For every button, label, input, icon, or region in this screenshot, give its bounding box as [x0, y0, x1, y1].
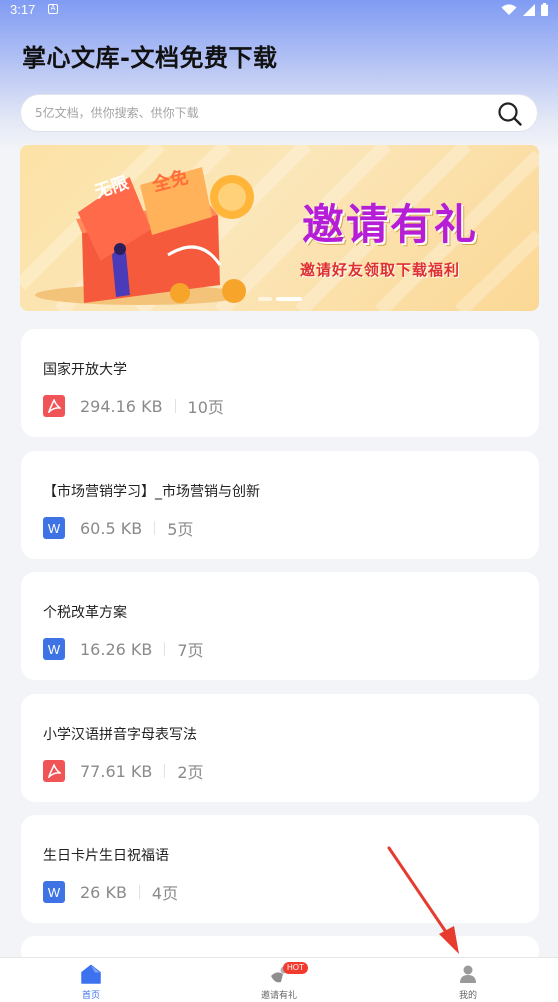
- wifi-icon: [501, 3, 517, 15]
- document-card[interactable]: 生日卡片生日祝福语 W 26 KB 4页: [21, 815, 539, 923]
- pdf-icon: [43, 760, 65, 782]
- document-meta: W 60.5 KB 5页: [43, 517, 193, 539]
- meta-divider: [154, 521, 156, 535]
- document-pages: 2页: [177, 763, 204, 782]
- notification-icon: A: [48, 4, 58, 14]
- tab-invite[interactable]: HOT 邀请有礼: [239, 958, 319, 1002]
- tab-home[interactable]: 首页: [51, 958, 131, 1002]
- document-title: 小学汉语拼音字母表写法: [43, 727, 197, 743]
- hot-badge: HOT: [283, 962, 308, 974]
- user-icon: [460, 965, 476, 983]
- document-title: 国家开放大学: [43, 362, 127, 378]
- search-icon[interactable]: [497, 101, 523, 127]
- banner-headline: 邀请有礼: [302, 200, 479, 249]
- banner-dot-active: [276, 297, 302, 301]
- document-card[interactable]: 国家开放大学 294.16 KB 10页: [21, 329, 539, 437]
- word-icon: W: [43, 638, 65, 660]
- document-size: 77.61 KB: [80, 761, 153, 781]
- document-pages: 4页: [151, 884, 179, 903]
- tab-invite-label: 邀请有礼: [260, 991, 297, 1001]
- document-size: 60.5 KB: [80, 518, 143, 538]
- document-card[interactable]: 个税改革方案 W 16.26 KB 7页: [21, 572, 539, 680]
- pdf-icon: [43, 395, 65, 417]
- status-icons: [501, 3, 548, 16]
- bottom-tab-bar: 首页 HOT 邀请有礼 我的: [0, 957, 558, 1002]
- search-bar[interactable]: [20, 94, 538, 132]
- document-size: 16.26 KB: [80, 639, 153, 659]
- search-input[interactable]: [35, 95, 475, 131]
- document-pages: 10页: [187, 398, 224, 417]
- document-title: 【市场营销学习】_市场营销与创新: [43, 484, 260, 500]
- document-card[interactable]: 【市场营销学习】_市场营销与创新 W 60.5 KB 5页: [21, 451, 539, 559]
- meta-divider: [138, 885, 140, 899]
- invite-banner[interactable]: 无限 全免 邀请有礼 邀请好友领取下载福利: [20, 145, 539, 311]
- document-pages: 5页: [167, 520, 194, 539]
- document-title: 生日卡片生日祝福语: [43, 848, 169, 864]
- status-bar: 3:17 A: [0, 0, 558, 20]
- banner-pagination: [258, 297, 302, 301]
- document-meta: W 26 KB 4页: [43, 881, 178, 903]
- document-card[interactable]: 小学汉语拼音字母表写法 77.61 KB 2页: [21, 694, 539, 802]
- document-title: 个税改革方案: [43, 605, 127, 621]
- word-icon: W: [43, 517, 65, 539]
- banner-subtitle: 邀请好友领取下载福利: [300, 261, 461, 279]
- word-icon: W: [43, 881, 65, 903]
- app-title: 掌心文库-文档免费下载: [22, 44, 278, 72]
- battery-icon: [541, 3, 548, 16]
- document-size: 294.16 KB: [80, 396, 163, 416]
- status-time: 3:17: [10, 2, 36, 17]
- document-meta: W 16.26 KB 7页: [43, 638, 204, 660]
- signal-icon: [523, 3, 535, 16]
- meta-divider: [174, 399, 176, 413]
- meta-divider: [164, 642, 166, 656]
- home-icon: [81, 964, 101, 984]
- document-size: 26 KB: [80, 882, 127, 902]
- banner-dot: [258, 297, 272, 301]
- tab-mine[interactable]: 我的: [428, 958, 508, 1002]
- tab-home-label: 首页: [81, 991, 100, 1001]
- document-meta: 77.61 KB 2页: [43, 760, 204, 782]
- document-pages: 7页: [177, 641, 204, 660]
- tab-mine-label: 我的: [458, 991, 477, 1001]
- meta-divider: [164, 764, 166, 778]
- document-meta: 294.16 KB 10页: [43, 395, 224, 417]
